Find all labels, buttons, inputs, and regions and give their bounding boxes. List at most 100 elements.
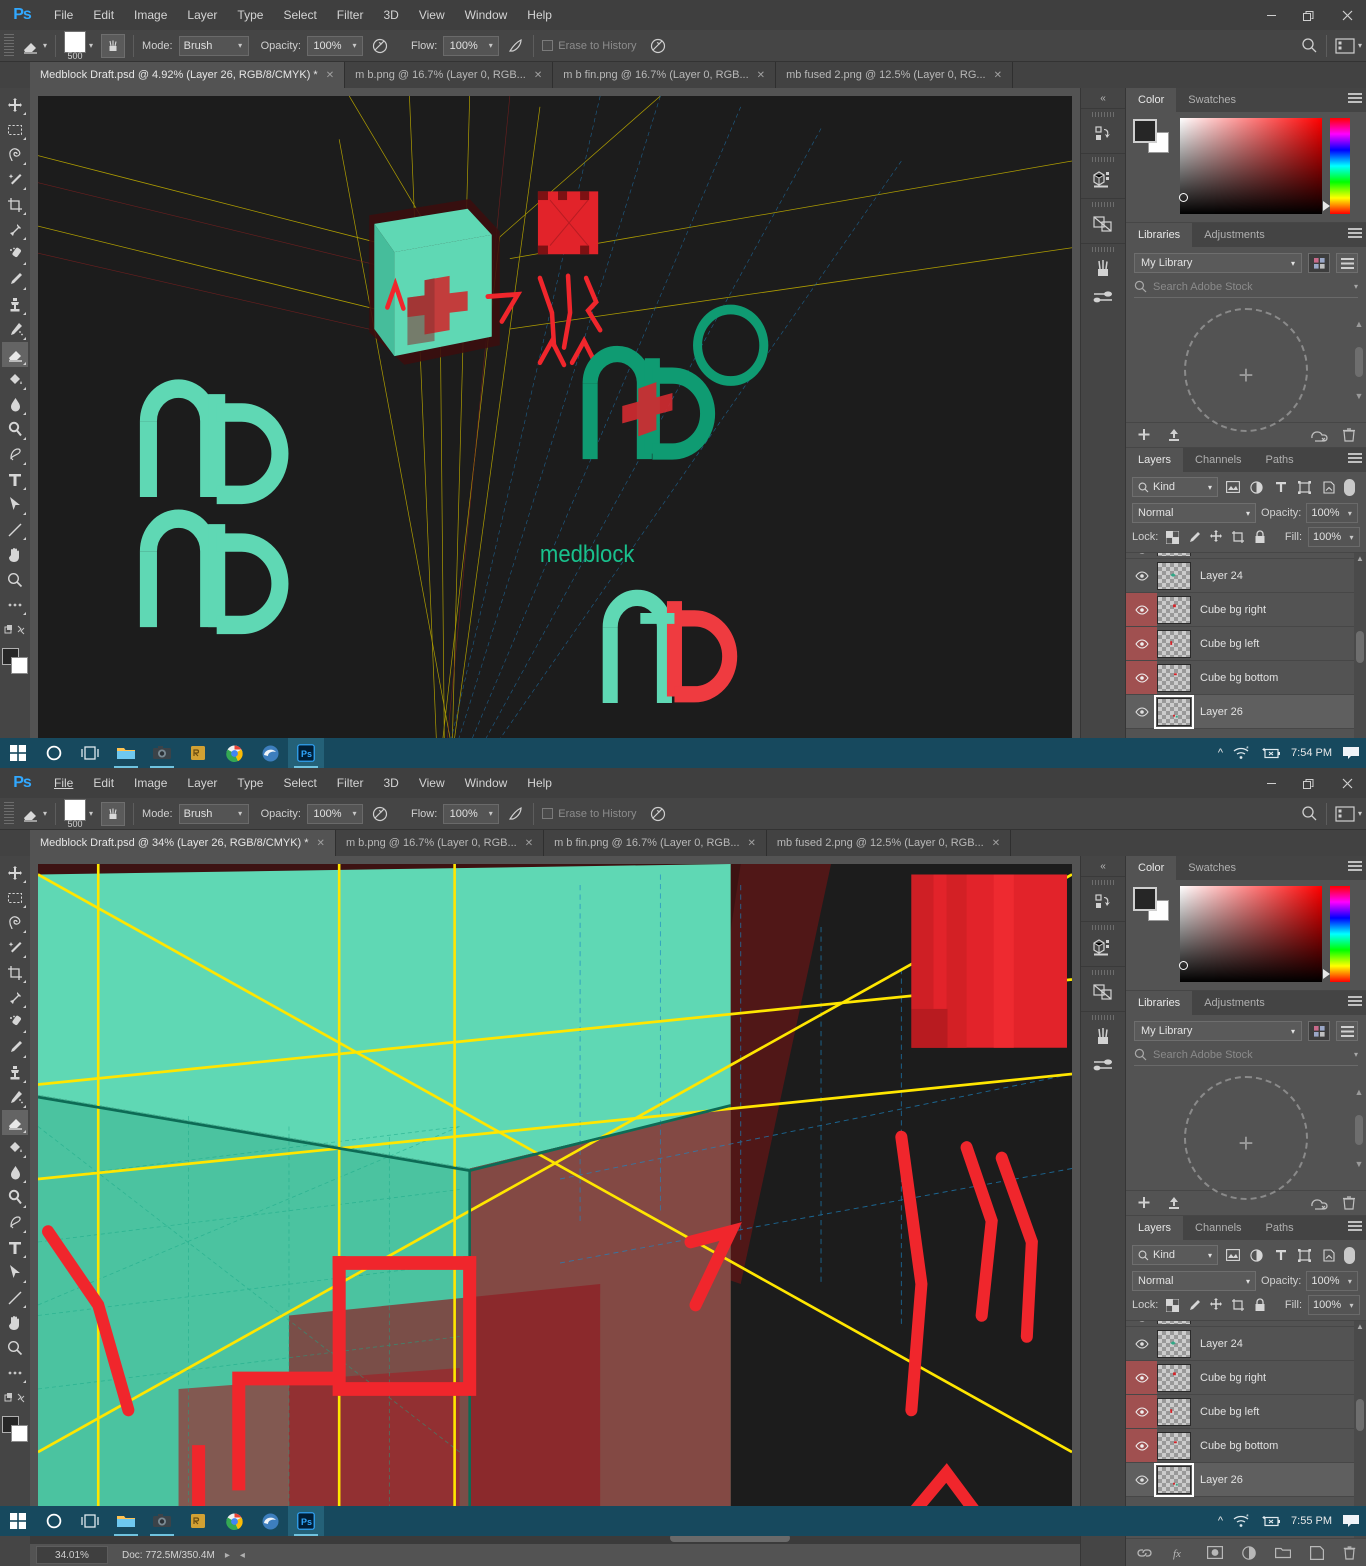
smoothing-options-button[interactable]	[649, 805, 667, 823]
image-canvas-2[interactable]	[38, 864, 1072, 1536]
table-row[interactable]: Cube bg left	[1126, 1395, 1366, 1429]
hue-slider[interactable]	[1323, 886, 1350, 982]
layer-thumbnail[interactable]	[1154, 694, 1194, 729]
adobe-stock-search[interactable]: Search Adobe Stock ▾	[1134, 1048, 1358, 1066]
flow-select[interactable]: 100% ▾	[443, 35, 500, 56]
blend-mode-select[interactable]: Normal ▾	[1132, 503, 1256, 523]
menu-type[interactable]: Type	[227, 768, 273, 798]
document-tab-mb-fused-png[interactable]: mb fused 2.png @ 12.5% (Layer 0, RGB... …	[766, 830, 1012, 856]
layer-visibility-toggle[interactable]	[1126, 1463, 1157, 1496]
color-panel-swatches[interactable]	[1132, 886, 1172, 922]
brushes-panel-icon[interactable]	[1087, 255, 1119, 283]
upload-icon[interactable]	[1166, 427, 1182, 443]
show-hidden-icons[interactable]: ^	[1218, 1515, 1223, 1527]
search-button[interactable]	[1301, 37, 1318, 54]
layer-visibility-toggle[interactable]	[1126, 559, 1157, 592]
close-button[interactable]	[1328, 0, 1366, 30]
menu-image[interactable]: Image	[124, 768, 177, 798]
start-icon[interactable]	[0, 738, 36, 768]
library-drop-zone[interactable]: +	[1166, 1076, 1326, 1200]
layer-visibility-toggle[interactable]	[1126, 553, 1157, 558]
dock-grip[interactable]	[1092, 970, 1114, 975]
search-button[interactable]	[1301, 805, 1318, 822]
table-row[interactable]: Layer 26	[1126, 694, 1366, 729]
image-canvas-1[interactable]: medblock	[38, 96, 1072, 768]
smart-object-filter-icon[interactable]	[1319, 478, 1338, 497]
lock-position-icon[interactable]	[1208, 529, 1224, 545]
maximize-button[interactable]	[1290, 0, 1328, 30]
layer-name[interactable]: Cube bg left	[1200, 638, 1259, 650]
type-filter-icon[interactable]	[1271, 478, 1290, 497]
history-brush-tool[interactable]	[2, 317, 28, 342]
layer-visibility-toggle[interactable]	[1126, 695, 1157, 728]
brush-settings-panel-icon[interactable]	[1087, 283, 1119, 311]
wifi-icon[interactable]: *	[1233, 1514, 1251, 1528]
layer-opacity-select[interactable]: 100% ▾	[1306, 503, 1359, 523]
zoom-tool[interactable]	[2, 1335, 28, 1360]
layer-name[interactable]: Cube bg bottom	[1200, 672, 1278, 684]
3d-dock-group[interactable]	[1081, 153, 1125, 198]
zoom-tool[interactable]	[2, 567, 28, 592]
maximize-button[interactable]	[1290, 768, 1328, 798]
layer-thumbnail[interactable]	[1157, 595, 1191, 624]
layer-name[interactable]: Layer 24	[1200, 1338, 1243, 1350]
move-tool[interactable]	[2, 860, 28, 885]
hue-slider[interactable]	[1323, 118, 1350, 214]
layer-name[interactable]: Cube bg left	[1200, 1406, 1259, 1418]
lock-artboard-icon[interactable]	[1230, 529, 1246, 545]
menu-file[interactable]: File	[44, 768, 83, 798]
start-icon[interactable]	[0, 1506, 36, 1536]
tab-libraries[interactable]: Libraries	[1126, 991, 1193, 1015]
add-content-icon[interactable]	[1136, 1195, 1152, 1211]
background-color-swatch[interactable]	[11, 1425, 28, 1442]
document-tab-mb-fused-png[interactable]: mb fused 2.png @ 12.5% (Layer 0, RG... ✕	[776, 62, 1013, 88]
panel-menu-icon[interactable]	[1348, 228, 1362, 240]
crop-tool[interactable]	[2, 960, 28, 985]
layer-name[interactable]: Layer 26	[1200, 1474, 1243, 1486]
new-group-icon[interactable]	[1275, 1546, 1292, 1559]
menu-layer[interactable]: Layer	[177, 768, 227, 798]
grid-view-icon[interactable]	[1308, 253, 1330, 273]
status-expand-icon[interactable]: ▸	[225, 1550, 230, 1561]
battery-icon[interactable]	[1261, 747, 1281, 760]
magic-wand-tool[interactable]	[2, 167, 28, 192]
action-center-icon[interactable]	[1342, 1514, 1360, 1529]
layer-filter-kind-select[interactable]: Kind ▾	[1132, 1245, 1218, 1265]
menu-help[interactable]: Help	[517, 768, 562, 798]
pen-tool[interactable]	[2, 1210, 28, 1235]
dock-grip[interactable]	[1092, 1015, 1114, 1020]
close-icon[interactable]: ✕	[317, 838, 325, 849]
brush-tool[interactable]	[2, 1035, 28, 1060]
task-view-icon[interactable]	[72, 1506, 108, 1536]
clone-stamp-tool[interactable]	[2, 292, 28, 317]
hand-tool[interactable]	[2, 1310, 28, 1335]
menu-edit[interactable]: Edit	[83, 768, 124, 798]
panel-menu-icon[interactable]	[1348, 861, 1362, 873]
layer-name[interactable]: Cube back	[1200, 1321, 1253, 1323]
brushes-dock-group[interactable]	[1081, 1011, 1125, 1084]
layer-visibility-toggle[interactable]	[1126, 627, 1157, 660]
rectangular-marquee-tool[interactable]	[2, 885, 28, 910]
layer-name[interactable]: Cube back	[1200, 553, 1253, 555]
menu-3d[interactable]: 3D	[373, 0, 408, 30]
file-explorer-icon[interactable]	[108, 738, 144, 768]
tab-adjustments[interactable]: Adjustments	[1192, 991, 1277, 1015]
eyedropper-tool[interactable]	[2, 985, 28, 1010]
lasso-tool[interactable]	[2, 910, 28, 935]
layer-opacity-select[interactable]: 100% ▾	[1306, 1271, 1359, 1291]
menu-image[interactable]: Image	[124, 0, 177, 30]
brush-preset-picker[interactable]: 500	[64, 30, 87, 61]
blend-mode-select[interactable]: Normal ▾	[1132, 1271, 1256, 1291]
dodge-tool[interactable]	[2, 417, 28, 442]
foreground-color-swatch[interactable]	[1133, 119, 1157, 143]
panel-menu-icon[interactable]	[1348, 1221, 1362, 1233]
layer-comps-dock-group[interactable]	[1081, 966, 1125, 1011]
type-filter-icon[interactable]	[1271, 1246, 1290, 1265]
options-bar-grip[interactable]	[4, 801, 14, 826]
chevron-down-icon[interactable]: ▾	[1354, 1050, 1358, 1059]
crop-tool[interactable]	[2, 192, 28, 217]
workspace-switcher[interactable]: ▾	[1335, 37, 1362, 54]
spot-healing-brush-tool[interactable]	[2, 242, 28, 267]
tool-preset-caret[interactable]: ▾	[43, 809, 47, 818]
tab-color[interactable]: Color	[1126, 88, 1177, 112]
